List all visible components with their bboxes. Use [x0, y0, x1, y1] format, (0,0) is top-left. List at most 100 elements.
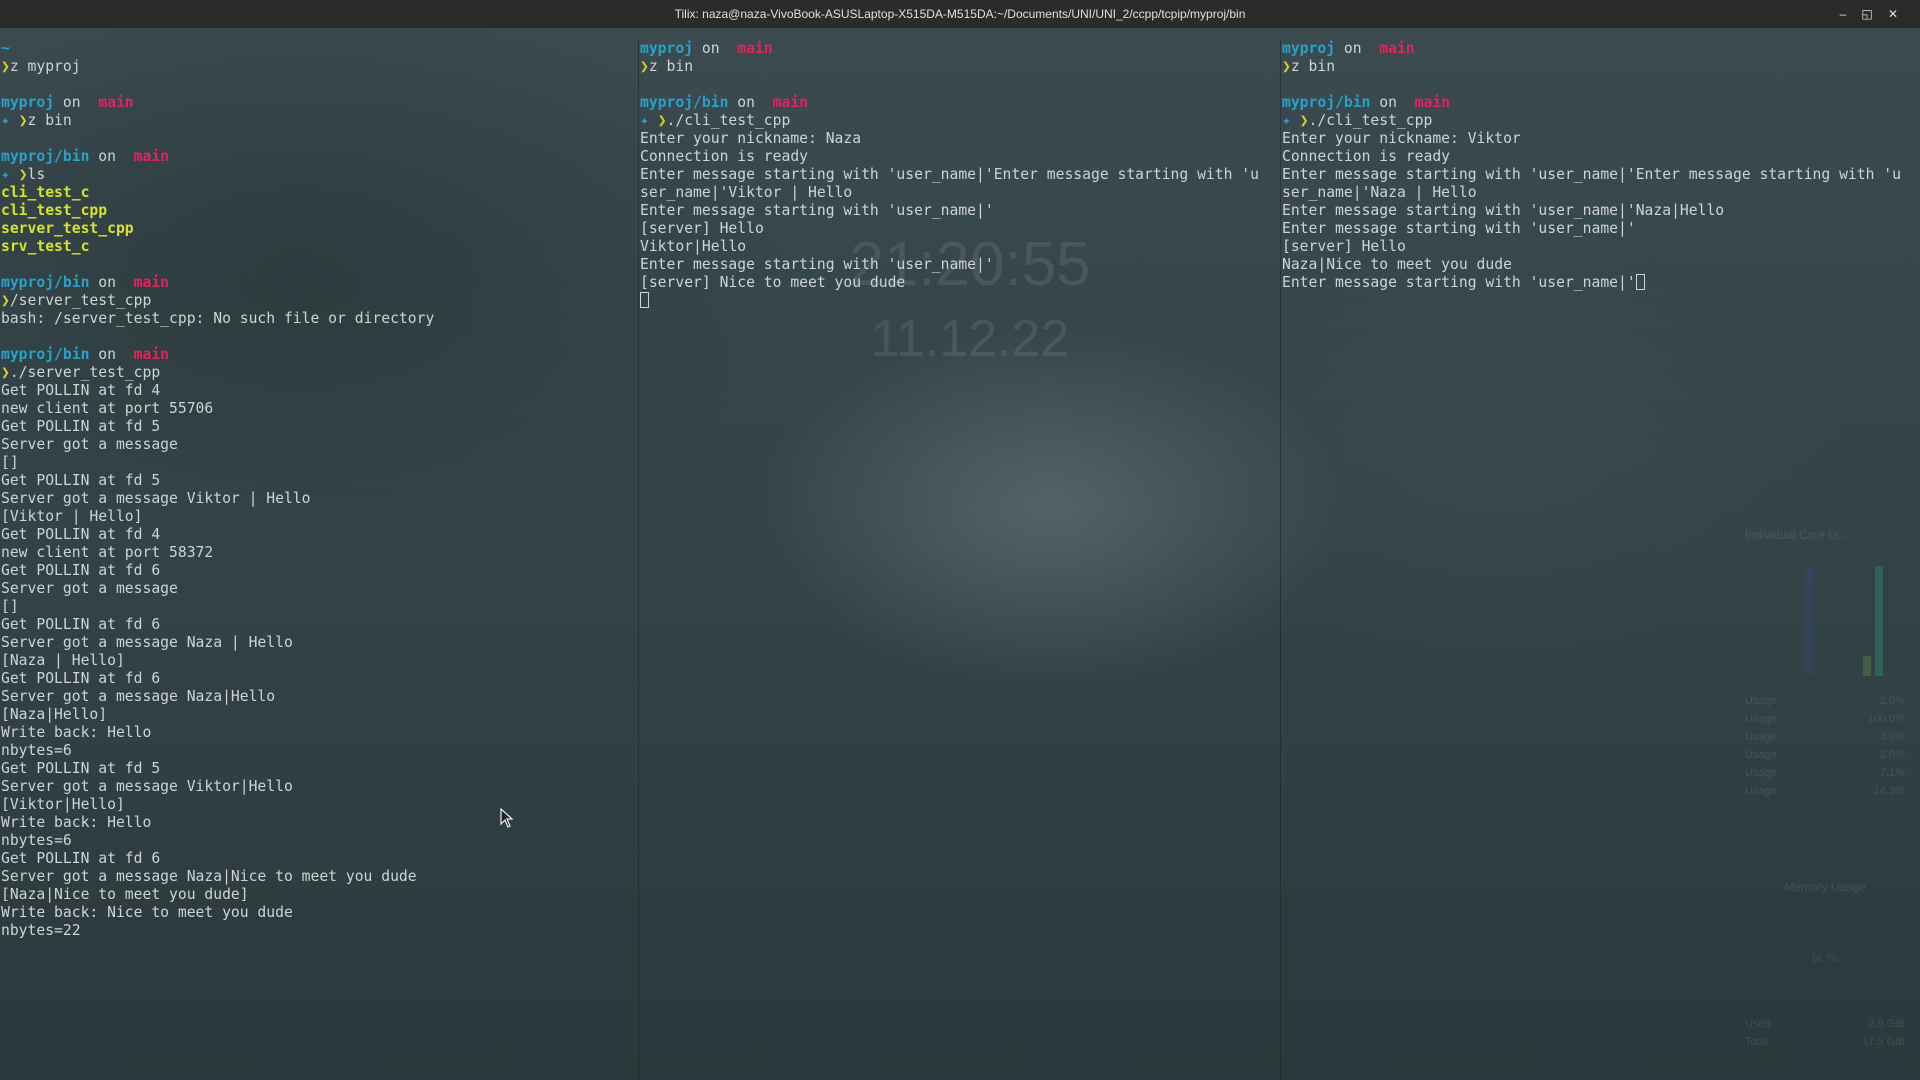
output-line: [server] Hello	[1282, 238, 1918, 256]
output-text: Enter message starting with 'user_name|'	[1282, 274, 1636, 291]
chevron-right-icon: ❯	[1, 292, 10, 309]
output-text: []	[1, 454, 19, 471]
output-line: Enter message starting with 'user_name|'…	[1282, 202, 1918, 220]
output-text: [Naza|Hello]	[1, 706, 108, 723]
prompt-on: on	[98, 346, 116, 363]
output-text: Get POLLIN at fd 5	[1, 472, 161, 489]
output-text: Viktor|Hello	[640, 238, 747, 255]
command-text: ./cli_test_cpp	[666, 112, 791, 129]
file-name: server_test_cpp	[1, 220, 134, 237]
command-text: ./server_test_cpp	[9, 364, 161, 381]
prompt-directory: myproj/bin	[1282, 94, 1371, 111]
chevron-right-icon: ❯	[1, 364, 10, 381]
output-text: Get POLLIN at fd 6	[1, 850, 161, 867]
output-text: Get POLLIN at fd 4	[1, 382, 161, 399]
output-text: Enter message starting with 'user_name|'	[640, 256, 994, 273]
output-line: bash: /server_test_cpp: No such file or …	[1, 310, 637, 328]
minimize-button[interactable]: –	[1834, 5, 1852, 23]
output-line: Get POLLIN at fd 6	[1, 616, 637, 634]
output-line: Enter message starting with 'user_name|'…	[1282, 166, 1918, 184]
output-line: Get POLLIN at fd 6	[1, 850, 637, 868]
chevron-right-icon: ❯	[1299, 112, 1309, 129]
prompt-directory: myproj/bin	[1, 346, 90, 363]
output-line: [server] Hello	[640, 220, 1276, 238]
output-text: Write back: Hello	[1, 814, 152, 831]
output-line: Connection is ready	[640, 148, 1276, 166]
output-line: [Naza|Hello]	[1, 706, 637, 724]
output-line: Server got a message Viktor|Hello	[1, 778, 637, 796]
prompt-line: myproj/bin on main	[1, 148, 637, 166]
output-text: [server] Nice to meet you dude	[640, 274, 906, 291]
output-line: new client at port 55706	[1, 400, 637, 418]
output-text: Enter message starting with 'user_name|'	[640, 202, 994, 219]
output-text: [server] Hello	[640, 220, 764, 237]
pane-divider[interactable]	[638, 40, 639, 1080]
maximize-button[interactable]: ◱	[1858, 5, 1876, 23]
star-icon: ✦	[1, 166, 10, 183]
file-name: cli_test_c	[1, 184, 90, 201]
output-line: Enter message starting with 'user_name|'…	[640, 166, 1276, 184]
window-title: Tilix: naza@naza-VivoBook-ASUSLaptop-X51…	[674, 7, 1246, 21]
command-text: ls	[27, 166, 46, 183]
file-entry: srv_test_c	[1, 238, 637, 256]
prompt-line: ~	[1, 40, 637, 58]
terminal-cursor	[640, 292, 649, 308]
output-line: [Naza|Nice to meet you dude]	[1, 886, 637, 904]
output-text: Server got a message Naza|Hello	[1, 688, 276, 705]
output-text: Server got a message Viktor|Hello	[1, 778, 293, 795]
output-text: new client at port 58372	[1, 544, 214, 561]
output-line: Viktor|Hello	[640, 238, 1276, 256]
file-name: srv_test_c	[1, 238, 90, 255]
close-button[interactable]: ✕	[1884, 5, 1902, 23]
pane-divider[interactable]	[1280, 40, 1281, 1080]
output-line: new client at port 58372	[1, 544, 637, 562]
output-line: Enter message starting with 'user_name|'	[640, 256, 1276, 274]
command-line: ❯z bin	[1282, 58, 1918, 76]
output-line: Get POLLIN at fd 4	[1, 382, 637, 400]
prompt-directory: myproj/bin	[1, 274, 90, 291]
output-text: nbytes=22	[1, 922, 81, 939]
star-icon: ✦	[640, 112, 649, 129]
output-text: Write back: Nice to meet you dude	[1, 904, 293, 921]
window-titlebar[interactable]: Tilix: naza@naza-VivoBook-ASUSLaptop-X51…	[0, 0, 1920, 28]
chevron-right-icon: ❯	[640, 58, 649, 75]
output-line: Enter message starting with 'user_name|'	[1282, 220, 1918, 238]
output-text: Get POLLIN at fd 6	[1, 670, 161, 687]
prompt-branch: main	[133, 346, 170, 363]
output-line: nbytes=6	[1, 742, 637, 760]
output-line: Enter message starting with 'user_name|'	[640, 202, 1276, 220]
output-text: Enter your nickname: Viktor	[1282, 130, 1521, 147]
terminal-pane-client-viktor[interactable]: myproj on main ❯z bin myproj/bin on main ✦ …	[1282, 40, 1918, 1080]
chevron-right-icon: ❯	[657, 112, 667, 129]
output-text: Get POLLIN at fd 5	[1, 760, 161, 777]
output-text: Enter message starting with 'user_name|'…	[640, 166, 1259, 183]
output-text: Server got a message Naza|Nice to meet y…	[1, 868, 417, 885]
output-line: Server got a message Naza|Nice to meet y…	[1, 868, 637, 886]
prompt-on: on	[1343, 40, 1362, 57]
output-text: Enter message starting with 'user_name|'…	[1282, 202, 1725, 219]
prompt-on: on	[1379, 94, 1397, 111]
output-text: Server got a message	[1, 580, 178, 597]
star-icon: ✦	[1, 112, 10, 129]
terminal-pane-server[interactable]: ~ ❯z myproj myproj on main ✦ ❯z bin myproj/b…	[1, 40, 637, 1080]
output-line: ser_name|'Naza | Hello	[1282, 184, 1918, 202]
output-text: [server] Hello	[1282, 238, 1406, 255]
output-line: Connection is ready	[1282, 148, 1918, 166]
prompt-branch: main	[1414, 94, 1451, 111]
prompt-branch: main	[1379, 40, 1415, 57]
prompt-line: myproj/bin on main	[1, 346, 637, 364]
output-text: nbytes=6	[1, 742, 72, 759]
command-text: z bin	[648, 58, 694, 75]
output-line: Get POLLIN at fd 4	[1, 526, 637, 544]
output-line: [server] Nice to meet you dude	[640, 274, 1276, 292]
output-text: Enter message starting with 'user_name|'…	[1282, 166, 1901, 183]
terminal-pane-client-naza[interactable]: myproj on main ❯z bin myproj/bin on main ✦ …	[640, 40, 1276, 1080]
output-line: Write back: Nice to meet you dude	[1, 904, 637, 922]
command-text: z bin	[27, 112, 72, 129]
output-line: []	[1, 454, 637, 472]
